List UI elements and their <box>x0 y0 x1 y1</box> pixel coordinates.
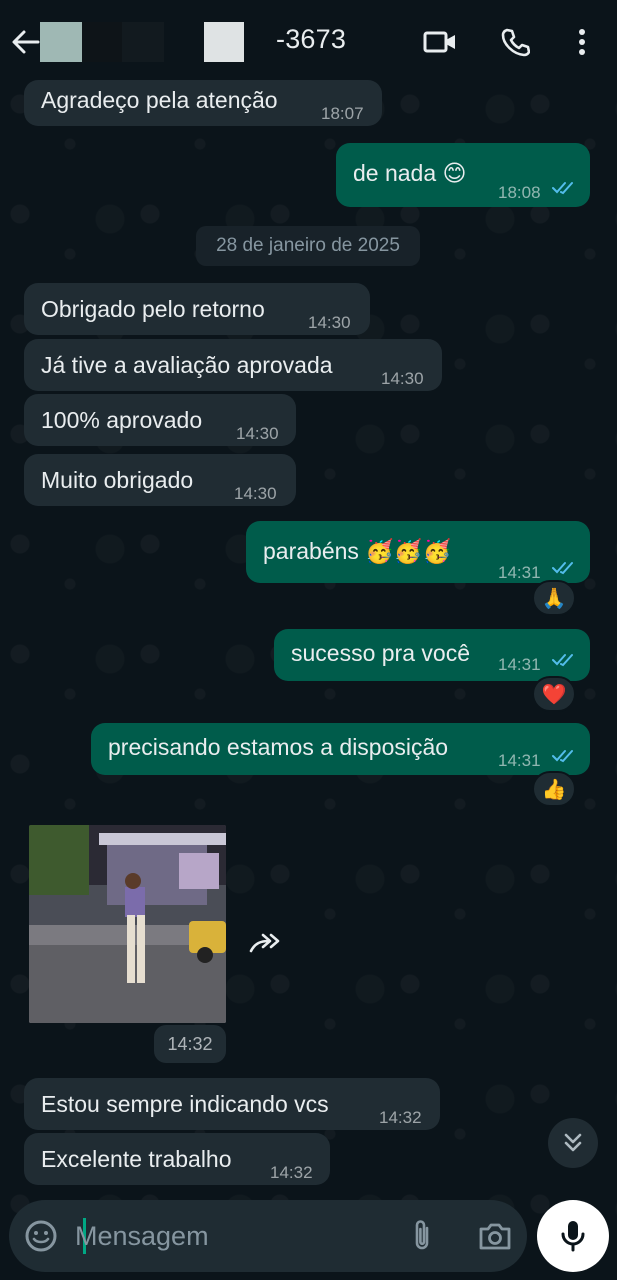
message-text: Estou sempre indicando vcs <box>41 1091 329 1117</box>
read-ticks-icon <box>552 562 573 575</box>
message-time: 14:31 <box>498 563 541 582</box>
message-input[interactable] <box>75 1218 395 1254</box>
message-time: 14:30 <box>236 424 279 443</box>
mic-icon <box>561 1221 585 1252</box>
message-text: Obrigado pelo retorno <box>41 296 265 322</box>
chat-header: -3673 <box>0 0 617 84</box>
emoji-icon[interactable] <box>23 1218 59 1254</box>
message-incoming[interactable]: Excelente trabalho 14:32 <box>24 1133 330 1185</box>
contact-name[interactable]: -3673 <box>276 24 346 55</box>
message-text: Agradeço pela atenção <box>41 87 278 113</box>
message-text: Já tive a avaliação aprovada <box>41 352 333 378</box>
read-ticks-icon <box>552 182 573 195</box>
double-chevron-down-icon <box>564 1133 582 1152</box>
message-text: sucesso pra você <box>291 640 470 666</box>
message-text: precisando estamos a disposição <box>108 734 449 760</box>
message-incoming[interactable]: Agradeço pela atenção 18:07 <box>24 80 382 126</box>
redacted-name-block <box>122 22 164 62</box>
message-text: Excelente trabalho <box>41 1146 232 1172</box>
message-outgoing[interactable]: sucesso pra você 14:31 <box>274 629 590 681</box>
message-incoming[interactable]: Já tive a avaliação aprovada 14:30 <box>24 339 442 391</box>
back-arrow-icon[interactable] <box>10 28 40 56</box>
message-time: 14:32 <box>154 1025 226 1063</box>
read-ticks-icon <box>552 750 573 763</box>
forward-icon[interactable] <box>244 921 288 965</box>
camera-icon[interactable] <box>477 1218 513 1254</box>
read-ticks-icon <box>552 654 573 667</box>
message-incoming[interactable]: 100% aprovado 14:30 <box>24 394 296 446</box>
video-message-thumbnail[interactable] <box>29 825 226 1023</box>
message-time: 14:32 <box>270 1163 313 1182</box>
reaction-badge[interactable]: ❤️ <box>532 676 576 712</box>
message-composer <box>9 1200 527 1272</box>
message-time: 18:08 <box>498 183 541 202</box>
message-time: 14:30 <box>234 484 277 503</box>
redacted-name-block <box>82 22 122 62</box>
message-text: 100% aprovado <box>41 407 203 433</box>
video-frame-image <box>29 825 226 1023</box>
date-divider: 28 de janeiro de 2025 <box>196 226 420 266</box>
scroll-to-bottom-button[interactable] <box>548 1118 598 1168</box>
message-incoming[interactable]: Estou sempre indicando vcs 14:32 <box>24 1078 440 1130</box>
message-text: parabéns 🥳🥳🥳 <box>263 538 452 564</box>
reaction-badge[interactable]: 🙏 <box>532 580 576 616</box>
reaction-badge[interactable]: 👍 <box>532 771 576 807</box>
message-outgoing[interactable]: precisando estamos a disposição 14:31 <box>91 723 590 775</box>
message-incoming[interactable]: Muito obrigado 14:30 <box>24 454 296 506</box>
message-text: de nada 😊 <box>353 160 467 186</box>
message-time: 14:32 <box>379 1108 422 1127</box>
message-outgoing[interactable]: parabéns 🥳🥳🥳 14:31 <box>246 521 590 583</box>
more-vert-icon[interactable] <box>564 24 600 60</box>
message-outgoing[interactable]: de nada 😊 18:08 <box>336 143 590 207</box>
voice-call-icon[interactable] <box>497 24 533 60</box>
message-time: 14:31 <box>498 751 541 770</box>
message-time: 18:07 <box>321 104 364 123</box>
message-time: 14:30 <box>381 369 424 388</box>
message-time: 14:30 <box>308 313 351 332</box>
message-time: 14:31 <box>498 655 541 674</box>
message-incoming[interactable]: Obrigado pelo retorno 14:30 <box>24 283 370 335</box>
redacted-name-block <box>204 22 244 62</box>
avatar[interactable] <box>40 22 82 62</box>
message-text: Muito obrigado <box>41 467 194 493</box>
mic-button[interactable] <box>537 1200 609 1272</box>
video-call-icon[interactable] <box>422 24 458 60</box>
attach-icon[interactable] <box>407 1218 437 1254</box>
